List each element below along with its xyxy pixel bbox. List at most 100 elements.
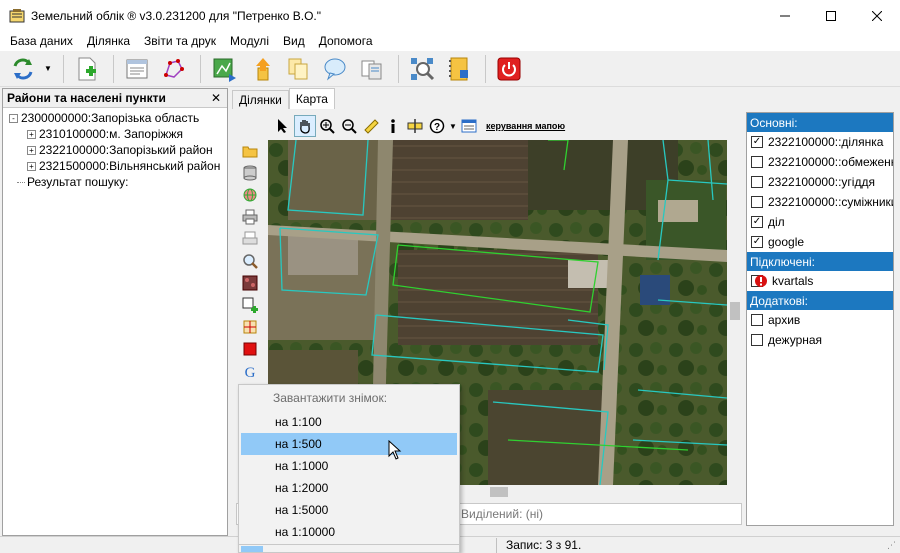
menu-item-scale-10000[interactable]: на 1:10000	[241, 521, 457, 543]
upload-button[interactable]	[244, 54, 278, 84]
layer-item[interactable]: архив	[747, 310, 893, 330]
checkbox-icon[interactable]	[751, 334, 763, 346]
tree-node[interactable]: + 2322100000:Запорізький район	[9, 142, 227, 158]
menu-reports[interactable]: Звіти та друк	[137, 32, 223, 51]
search-map-button[interactable]	[405, 54, 439, 84]
layer-item[interactable]: ✓ діл	[747, 212, 893, 232]
panel-close-icon[interactable]: ✕	[211, 91, 221, 105]
red-square-tool[interactable]	[236, 338, 264, 360]
form-button[interactable]	[120, 54, 154, 84]
raster-tool[interactable]	[236, 272, 264, 294]
pointer-tool[interactable]	[272, 115, 294, 137]
info-tool[interactable]	[382, 115, 404, 137]
comment-button[interactable]	[318, 54, 352, 84]
print-preview-icon	[242, 231, 258, 245]
help-dropdown-arrow[interactable]: ▼	[448, 115, 458, 137]
polygon-icon	[164, 58, 184, 78]
checkbox-checked-icon[interactable]: ✓	[751, 216, 763, 228]
print-preview-tool[interactable]	[236, 228, 264, 250]
layers-globe-tool[interactable]	[236, 184, 264, 206]
map-import-icon	[213, 58, 236, 82]
scroll-thumb[interactable]	[730, 302, 740, 320]
expand-icon[interactable]: +	[27, 161, 36, 171]
zoom-in-tool[interactable]	[316, 115, 338, 137]
grid-tool[interactable]	[236, 316, 264, 338]
main-toolbar: ▼	[0, 51, 900, 87]
expand-icon[interactable]: +	[27, 145, 36, 155]
menu-view[interactable]: Вид	[276, 32, 312, 51]
menu-item-scale-2000[interactable]: на 1:2000	[241, 477, 457, 499]
tree-node[interactable]: + 2310100000:м. Запоріжжя	[9, 126, 227, 142]
layer-label: kvartals	[772, 274, 814, 288]
scroll-thumb[interactable]	[490, 487, 508, 497]
database-icon	[243, 165, 257, 181]
snapshot-dropdown-menu: Завантажити знімок: на 1:100 на 1:500 на…	[238, 384, 460, 553]
status-separator	[496, 538, 497, 553]
table-tool[interactable]	[458, 115, 480, 137]
menu-item-scale-500[interactable]: на 1:500	[241, 433, 457, 455]
add-parcel-button[interactable]	[70, 54, 104, 84]
menu-item-scale-1000[interactable]: на 1:1000	[241, 455, 457, 477]
tab-parcels[interactable]: Ділянки	[232, 90, 289, 109]
zoom-out-tool[interactable]	[338, 115, 360, 137]
menu-item-scale-5000[interactable]: на 1:5000	[241, 499, 457, 521]
measure-tool[interactable]	[360, 115, 382, 137]
help-tool[interactable]: ?	[426, 115, 448, 137]
magnifier-icon	[243, 254, 258, 269]
database-tool[interactable]	[236, 162, 264, 184]
polygon-button[interactable]	[157, 54, 191, 84]
tab-map[interactable]: Карта	[288, 88, 335, 109]
print-tool[interactable]	[236, 206, 264, 228]
tree-node[interactable]: + 2321500000:Вільнянський район	[9, 158, 227, 174]
question-icon: ?	[429, 118, 445, 134]
sync-button[interactable]	[6, 54, 40, 84]
google-tool[interactable]: G	[236, 360, 264, 382]
find-tool[interactable]	[236, 250, 264, 272]
documents-button[interactable]	[355, 54, 389, 84]
exit-button[interactable]	[492, 54, 526, 84]
notebook-button[interactable]	[442, 54, 476, 84]
minimize-icon	[780, 15, 790, 17]
stop-square-icon	[243, 342, 257, 356]
upload-icon	[256, 57, 270, 80]
checkbox-checked-icon[interactable]: ✓	[751, 136, 763, 148]
checkbox-icon[interactable]	[751, 156, 763, 168]
resize-grip-icon[interactable]: ⋰	[887, 540, 896, 551]
import-map-button[interactable]	[207, 54, 241, 84]
layer-item[interactable]: 2322100000::угіддя	[747, 172, 893, 192]
menu-modules[interactable]: Модулі	[223, 32, 276, 51]
checkbox-icon[interactable]	[751, 314, 763, 326]
layer-item[interactable]: 2322100000::обмеження	[747, 152, 893, 172]
label-tool[interactable]	[404, 115, 426, 137]
layer-item[interactable]: ✓ 2322100000::ділянка	[747, 132, 893, 152]
copy-button[interactable]	[281, 54, 315, 84]
layer-item[interactable]: 2322100000::суміжники	[747, 192, 893, 212]
add-object-tool[interactable]	[236, 294, 264, 316]
search-network-icon	[411, 57, 435, 80]
collapse-icon[interactable]: -	[9, 113, 18, 123]
expand-icon[interactable]: +	[27, 129, 36, 139]
open-folder-tool[interactable]	[236, 140, 264, 162]
checkbox-icon[interactable]	[751, 176, 763, 188]
minimize-button[interactable]	[762, 0, 808, 32]
map-vertical-scrollbar[interactable]	[727, 140, 743, 485]
menu-help[interactable]: Допомога	[312, 32, 380, 51]
menu-parcel[interactable]: Ділянка	[80, 32, 137, 51]
dropdown-header: Завантажити знімок:	[273, 391, 388, 405]
layer-item[interactable]: дежурная	[747, 330, 893, 350]
sync-dropdown-arrow[interactable]: ▼	[43, 64, 53, 73]
checkbox-icon[interactable]	[751, 196, 763, 208]
checkbox-checked-icon[interactable]: ✓	[751, 236, 763, 248]
warning-icon	[755, 275, 767, 287]
map-control-link[interactable]: керування мапою	[486, 121, 565, 131]
pan-tool[interactable]	[294, 115, 316, 137]
tree-node[interactable]: - 2300000000:Запорізька область	[9, 110, 227, 126]
close-button[interactable]	[854, 0, 900, 32]
tree-node-label: 2300000000:Запорізька область	[21, 111, 200, 125]
layer-item[interactable]: kvartals	[747, 271, 893, 291]
maximize-button[interactable]	[808, 0, 854, 32]
menu-database[interactable]: База даних	[3, 32, 80, 51]
tree-node[interactable]: Результат пошуку:	[9, 174, 227, 190]
layer-item[interactable]: ✓ google	[747, 232, 893, 252]
menu-item-scale-100[interactable]: на 1:100	[241, 411, 457, 433]
